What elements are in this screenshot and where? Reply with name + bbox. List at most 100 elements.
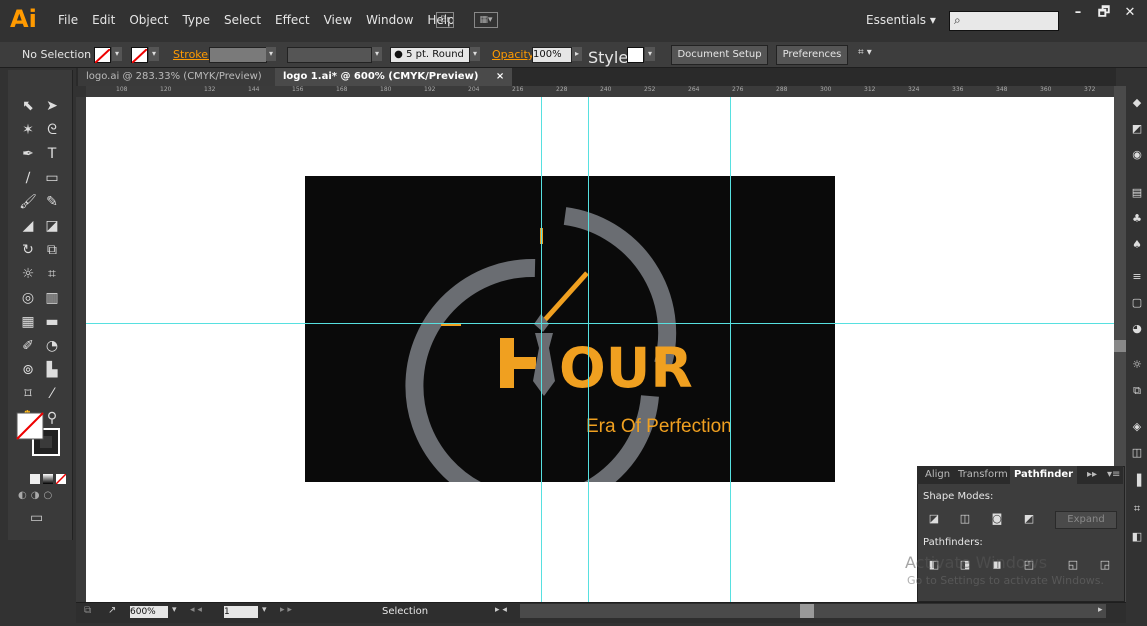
artboard-tool-icon[interactable]: ⌑ [18, 384, 38, 404]
paintbrush-tool-icon[interactable]: 🖌 [18, 192, 38, 212]
variable-width-profile[interactable] [287, 47, 372, 63]
eraser-tool-icon[interactable]: ◪ [42, 216, 62, 236]
exclude-icon[interactable]: ◩ [1022, 512, 1036, 526]
artboards-panel-icon[interactable]: ◈ [1130, 420, 1144, 434]
tab-pathfinder[interactable]: Pathfinder [1010, 466, 1078, 484]
slice-tool-icon[interactable]: ⁄ [42, 384, 62, 404]
rotate-tool-icon[interactable]: ↻ [18, 240, 38, 260]
draw-normal-icon[interactable]: ◐ [18, 490, 27, 501]
minus-back-icon[interactable]: ◲ [1098, 558, 1112, 572]
arrange-documents-icon[interactable]: ▦▾ [474, 12, 498, 28]
bridge-icon[interactable]: Br [436, 12, 454, 28]
intersect-icon[interactable]: ◙ [990, 512, 1004, 526]
tab-align[interactable]: Align [925, 469, 950, 480]
guide-vertical[interactable] [541, 97, 542, 602]
column-graph-tool-icon[interactable]: ▙ [42, 360, 62, 380]
none-button[interactable] [56, 474, 66, 484]
opacity-label[interactable]: Opacity: [492, 48, 537, 61]
menu-edit[interactable]: Edit [92, 13, 115, 27]
status-menu-icon[interactable]: ▸ ◂ [495, 605, 507, 615]
gradient-tool-icon[interactable]: ▬ [42, 312, 62, 332]
unite-icon[interactable]: ◪ [927, 512, 941, 526]
close-button[interactable]: ✕ [1117, 2, 1143, 24]
layers-icon[interactable]: ⧉ [1130, 384, 1144, 398]
artboard-nav-icon[interactable]: ⧉ [84, 605, 91, 616]
stroke-panel-icon[interactable]: ≡ [1130, 270, 1144, 284]
collapse-icon[interactable]: ▸▸ [1087, 469, 1097, 480]
brushes-icon[interactable]: ▤ [1130, 186, 1144, 200]
next-artboard-icon[interactable]: ▸ ▸ [280, 605, 292, 615]
scroll-right-icon[interactable]: ▸ [1098, 605, 1103, 615]
stroke-label[interactable]: Stroke: [173, 48, 212, 61]
color-button[interactable] [30, 474, 40, 484]
horizontal-scroll-thumb[interactable] [800, 604, 814, 618]
scale-tool-icon[interactable]: ⧉ [42, 240, 62, 260]
opacity-field[interactable]: 100% [532, 47, 572, 63]
brush-definition[interactable]: ● 5 pt. Round [390, 47, 470, 63]
open-in-bridge-icon[interactable]: ↗ [108, 605, 116, 616]
rectangle-tool-icon[interactable]: ▭ [42, 168, 62, 188]
stroke-weight-dropdown[interactable]: ▾ [266, 47, 276, 61]
graphic-style-swatch[interactable] [627, 47, 644, 63]
selection-tool-icon[interactable]: ⬉ [18, 96, 38, 116]
symbols-icon[interactable]: ♣ [1130, 212, 1144, 226]
magic-wand-tool-icon[interactable]: ✶ [18, 120, 38, 140]
blend-tool-icon[interactable]: ◔ [42, 336, 62, 356]
zoom-dropdown[interactable]: ▾ [172, 605, 177, 615]
shape-builder-tool-icon[interactable]: ◎ [18, 288, 38, 308]
close-icon[interactable]: × [496, 71, 504, 82]
document-setup-button[interactable]: Document Setup [671, 45, 768, 65]
lasso-tool-icon[interactable]: ᘓ [42, 120, 62, 140]
guide-vertical[interactable] [730, 97, 731, 602]
graphic-styles-icon[interactable]: ♠ [1130, 238, 1144, 252]
expand-button[interactable]: Expand [1055, 511, 1117, 529]
menu-file[interactable]: File [58, 13, 78, 27]
arrange-icon[interactable]: ⌗ ▾ [858, 47, 872, 58]
blob-brush-tool-icon[interactable]: ◢ [18, 216, 38, 236]
tab-transform[interactable]: Transform [958, 469, 1008, 480]
screen-mode-icon[interactable]: ▭ [30, 510, 43, 526]
guide-vertical[interactable] [588, 97, 589, 602]
direct-selection-tool-icon[interactable]: ➤ [42, 96, 62, 116]
panel-menu-icon[interactable]: ▾≡ [1107, 469, 1120, 480]
gradient-panel-icon[interactable]: ▢ [1130, 296, 1144, 310]
appearance-icon[interactable]: ☼ [1130, 358, 1144, 372]
stroke-weight-field[interactable] [209, 47, 267, 63]
artboard-dropdown[interactable]: ▾ [262, 605, 267, 615]
align-panel-icon[interactable]: ▐ [1130, 474, 1144, 488]
transform-panel-icon[interactable]: ⌗ [1130, 502, 1144, 516]
minimize-button[interactable]: – [1065, 2, 1091, 24]
warp-tool-icon[interactable]: ☼ [18, 264, 38, 284]
menu-window[interactable]: Window [366, 13, 413, 27]
fill-dropdown[interactable]: ▾ [112, 47, 122, 61]
pathfinder-panel-icon[interactable]: ◧ [1130, 530, 1144, 544]
minus-front-icon[interactable]: ◫ [958, 512, 972, 526]
artboard[interactable]: OUR Era Of Perfection [305, 176, 835, 513]
line-tool-icon[interactable]: ∕ [18, 168, 38, 188]
menu-select[interactable]: Select [224, 13, 261, 27]
menu-view[interactable]: View [324, 13, 352, 27]
links-icon[interactable]: ◫ [1130, 446, 1144, 460]
brush-dropdown[interactable]: ▾ [470, 47, 480, 61]
zoom-level-field[interactable]: 600% [130, 606, 168, 618]
outline-icon[interactable]: ◱ [1066, 558, 1080, 572]
menu-object[interactable]: Object [129, 13, 168, 27]
transparency-icon[interactable]: ◕ [1130, 322, 1144, 336]
mesh-tool-icon[interactable]: ▦ [18, 312, 38, 332]
menu-type[interactable]: Type [182, 13, 210, 27]
draw-inside-icon[interactable]: ○ [43, 490, 52, 501]
pen-tool-icon[interactable]: ✒ [18, 144, 38, 164]
draw-behind-icon[interactable]: ◑ [31, 490, 40, 501]
eyedropper-tool-icon[interactable]: ✐ [18, 336, 38, 356]
fill-swatch[interactable] [94, 47, 111, 64]
guide-horizontal[interactable] [86, 323, 1114, 324]
workspace-switcher[interactable]: Essentials ▾ [866, 13, 936, 27]
menu-effect[interactable]: Effect [275, 13, 310, 27]
first-artboard-icon[interactable]: ◂ ◂ [190, 605, 202, 615]
style-dropdown[interactable]: ▾ [645, 47, 655, 61]
search-input[interactable]: ⌕ [949, 11, 1059, 31]
symbol-sprayer-tool-icon[interactable]: ⊚ [18, 360, 38, 380]
swatches-icon[interactable]: ◉ [1130, 148, 1144, 162]
color-panel-icon[interactable]: ◆ [1130, 96, 1144, 110]
tab-logo-1-ai[interactable]: logo 1.ai* @ 600% (CMYK/Preview) × [275, 68, 513, 86]
